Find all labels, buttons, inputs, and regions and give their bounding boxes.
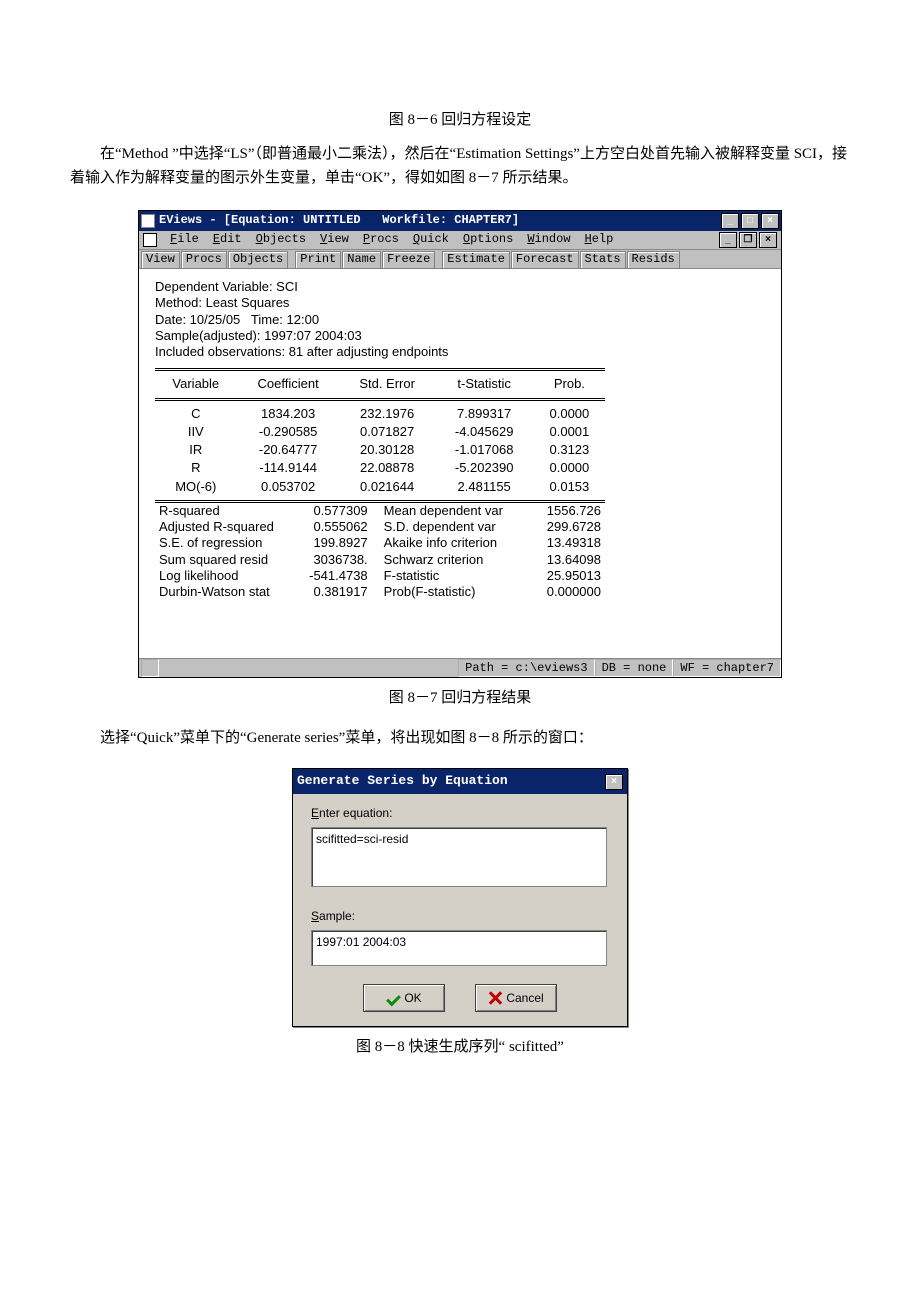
regression-output: Dependent Variable: SCIMethod: Least Squ…: [139, 269, 781, 658]
paragraph-1: 在“Method ”中选择“LS”（即普通最小二乘法），然后在“Estimati…: [70, 142, 850, 190]
ok-label: OK: [404, 989, 421, 1008]
equation-input[interactable]: scifitted=sci-resid: [311, 827, 607, 887]
summary-row: Adjusted R-squared0.555062S.D. dependent…: [155, 519, 605, 535]
table-row: R-114.914422.08878-5.2023900.0000: [155, 459, 605, 477]
doc-icon: [143, 233, 157, 247]
mdi-close-button[interactable]: ×: [759, 232, 777, 248]
tool-procs[interactable]: Procs: [181, 251, 227, 269]
dialog-close-button[interactable]: ×: [605, 774, 623, 790]
window-title: EViews - [Equation: UNTITLED Workfile: C…: [159, 211, 721, 230]
tool-objects[interactable]: Objects: [228, 251, 288, 269]
figure-caption-8-6: 图 8－6 回归方程设定: [70, 108, 850, 132]
menu-window[interactable]: Window: [520, 232, 577, 246]
col-header: t-Statistic: [435, 370, 534, 399]
menu-file[interactable]: File: [163, 232, 206, 246]
sample-label: Sample:: [311, 907, 609, 926]
tool-print[interactable]: Print: [295, 251, 341, 269]
summary-row: S.E. of regression199.8927Akaike info cr…: [155, 535, 605, 551]
coefficients-table: VariableCoefficientStd. Errort-Statistic…: [155, 368, 605, 503]
eviews-window: EViews - [Equation: UNTITLED Workfile: C…: [138, 210, 782, 678]
menu-objects[interactable]: Objects: [249, 232, 313, 246]
summary-row: Log likelihood-541.4738F-statistic25.950…: [155, 568, 605, 584]
summary-row: Sum squared resid3036738.Schwarz criteri…: [155, 552, 605, 568]
toolbar: ViewProcsObjects PrintNameFreeze EstimateF…: [139, 250, 781, 269]
tool-resids[interactable]: Resids: [627, 251, 680, 269]
tool-freeze[interactable]: Freeze: [382, 251, 435, 269]
summary-statistics: R-squared0.577309Mean dependent var1556.…: [155, 503, 605, 601]
menu-edit[interactable]: Edit: [206, 232, 249, 246]
summary-row: Durbin-Watson stat0.381917Prob(F-statist…: [155, 584, 605, 600]
enter-equation-label: Enter equation:: [311, 804, 609, 823]
figure-caption-8-7: 图 8－7 回归方程结果: [70, 686, 850, 710]
x-icon: [488, 991, 502, 1005]
title-bar: EViews - [Equation: UNTITLED Workfile: C…: [139, 211, 781, 231]
ok-button[interactable]: OK: [363, 984, 445, 1012]
status-bar: Path = c:\eviews3 DB = none WF = chapter…: [139, 658, 781, 677]
menu-procs[interactable]: Procs: [356, 232, 406, 246]
status-stub: [141, 659, 159, 677]
paragraph-2: 选择“Quick”菜单下的“Generate series”菜单，将出现如图 8…: [70, 726, 850, 750]
tool-name[interactable]: Name: [342, 251, 381, 269]
col-header: Coefficient: [237, 370, 340, 399]
menu-bar: FileEditObjectsViewProcsQuickOptionsWind…: [139, 231, 781, 250]
info-line: Method: Least Squares: [155, 295, 765, 311]
check-icon: [386, 991, 400, 1005]
dialog-title: Generate Series by Equation: [297, 771, 605, 792]
table-row: MO(-6)0.0537020.0216442.4811550.0153: [155, 478, 605, 502]
figure-caption-8-8: 图 8－8 快速生成序列“ scifitted”: [70, 1035, 850, 1059]
app-icon: [141, 214, 155, 228]
mdi-minimize-button[interactable]: _: [719, 232, 737, 248]
tool-forecast[interactable]: Forecast: [511, 251, 579, 269]
info-line: Included observations: 81 after adjustin…: [155, 344, 765, 360]
status-wf: WF = chapter7: [673, 659, 781, 677]
table-row: IIV-0.2905850.071827-4.0456290.0001: [155, 423, 605, 441]
mdi-restore-button[interactable]: ❐: [739, 232, 757, 248]
menu-view[interactable]: View: [313, 232, 356, 246]
info-line: Dependent Variable: SCI: [155, 279, 765, 295]
col-header: Std. Error: [340, 370, 435, 399]
cancel-button[interactable]: Cancel: [475, 984, 557, 1012]
tool-stats[interactable]: Stats: [580, 251, 626, 269]
col-header: Prob.: [534, 370, 605, 399]
summary-row: R-squared0.577309Mean dependent var1556.…: [155, 503, 605, 519]
menu-help[interactable]: Help: [578, 232, 621, 246]
dialog-title-bar: Generate Series by Equation ×: [293, 769, 627, 794]
col-header: Variable: [155, 370, 237, 399]
tool-estimate[interactable]: Estimate: [442, 251, 510, 269]
generate-series-dialog: Generate Series by Equation × Enter equa…: [292, 768, 628, 1027]
tool-view[interactable]: View: [141, 251, 180, 269]
menu-options[interactable]: Options: [456, 232, 520, 246]
close-button[interactable]: ×: [761, 213, 779, 229]
info-line: Sample(adjusted): 1997:07 2004:03: [155, 328, 765, 344]
sample-input[interactable]: 1997:01 2004:03: [311, 930, 607, 966]
info-line: Date: 10/25/05 Time: 12:00: [155, 312, 765, 328]
status-db: DB = none: [595, 659, 674, 677]
minimize-button[interactable]: _: [721, 213, 739, 229]
cancel-label: Cancel: [506, 989, 543, 1008]
maximize-button[interactable]: □: [741, 213, 759, 229]
status-path: Path = c:\eviews3: [458, 659, 594, 677]
table-row: IR-20.6477720.30128-1.0170680.3123: [155, 441, 605, 459]
menu-quick[interactable]: Quick: [406, 232, 456, 246]
table-row: C1834.203232.19767.8993170.0000: [155, 399, 605, 423]
